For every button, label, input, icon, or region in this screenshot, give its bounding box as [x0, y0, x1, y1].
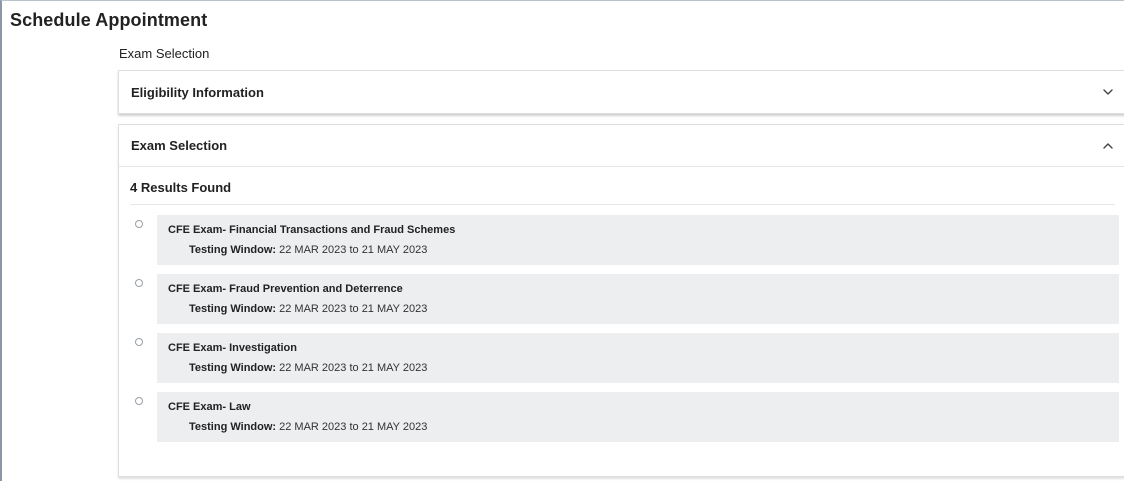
divider [130, 204, 1115, 205]
app-window: Schedule Appointment Exam Selection Elig… [0, 0, 1124, 481]
exam-option: CFE Exam- Fraud Prevention and Deterrenc… [119, 274, 1124, 324]
exam-radio[interactable] [135, 338, 143, 346]
exam-card[interactable]: CFE Exam- Investigation Testing Window: … [157, 333, 1119, 383]
testing-window: Testing Window: 22 MAR 2023 to 21 MAY 20… [189, 303, 427, 315]
testing-window: Testing Window: 22 MAR 2023 to 21 MAY 20… [189, 244, 427, 256]
exam-name: CFE Exam- Investigation [168, 342, 297, 354]
exam-radio[interactable] [135, 279, 143, 287]
exam-card[interactable]: CFE Exam- Fraud Prevention and Deterrenc… [157, 274, 1119, 324]
eligibility-panel: Eligibility Information [118, 70, 1124, 114]
exam-card[interactable]: CFE Exam- Financial Transactions and Fra… [157, 215, 1119, 265]
exam-selection-panel-title: Exam Selection [131, 138, 228, 153]
testing-window-dates: 22 MAR 2023 to 21 MAY 2023 [279, 303, 428, 315]
exam-option: CFE Exam- Financial Transactions and Fra… [119, 215, 1124, 265]
testing-window: Testing Window: 22 MAR 2023 to 21 MAY 20… [189, 362, 427, 374]
exam-selection-panel: Exam Selection 4 Results Found CFE Exam-… [118, 124, 1124, 477]
exam-name: CFE Exam- Financial Transactions and Fra… [168, 224, 456, 236]
results-count: 4 Results Found [130, 180, 232, 195]
chevron-down-icon[interactable] [1102, 86, 1114, 98]
testing-window-label: Testing Window: [189, 303, 277, 315]
chevron-up-icon[interactable] [1102, 140, 1114, 152]
exam-radio[interactable] [135, 397, 143, 405]
exam-option: CFE Exam- Law Testing Window: 22 MAR 202… [119, 392, 1124, 442]
testing-window: Testing Window: 22 MAR 2023 to 21 MAY 20… [189, 421, 427, 433]
testing-window-label: Testing Window: [189, 244, 277, 256]
exam-selection-panel-header[interactable]: Exam Selection [119, 125, 1124, 167]
exam-option: CFE Exam- Investigation Testing Window: … [119, 333, 1124, 383]
exam-name: CFE Exam- Law [168, 401, 251, 413]
section-label: Exam Selection [119, 46, 210, 61]
testing-window-dates: 22 MAR 2023 to 21 MAY 2023 [279, 362, 428, 374]
exam-name: CFE Exam- Fraud Prevention and Deterrenc… [168, 283, 403, 295]
eligibility-panel-header[interactable]: Eligibility Information [119, 71, 1124, 113]
testing-window-label: Testing Window: [189, 362, 277, 374]
testing-window-dates: 22 MAR 2023 to 21 MAY 2023 [279, 421, 428, 433]
exam-card[interactable]: CFE Exam- Law Testing Window: 22 MAR 202… [157, 392, 1119, 442]
page-title: Schedule Appointment [10, 10, 208, 30]
testing-window-dates: 22 MAR 2023 to 21 MAY 2023 [279, 244, 428, 256]
testing-window-label: Testing Window: [189, 421, 277, 433]
eligibility-panel-title: Eligibility Information [131, 84, 264, 100]
exam-radio[interactable] [135, 220, 143, 228]
